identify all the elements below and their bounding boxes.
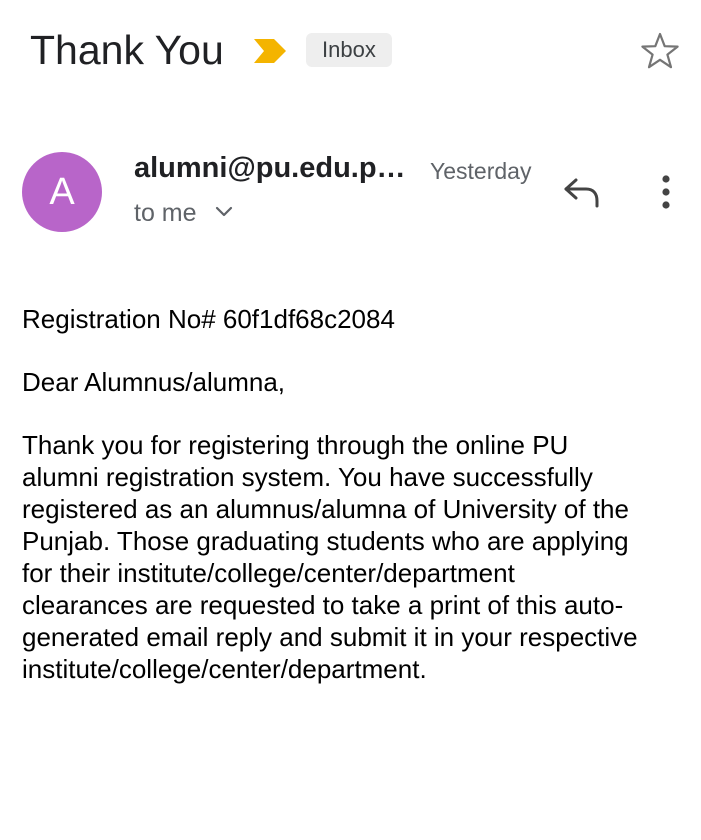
sender-avatar[interactable]: A (22, 152, 102, 232)
body-line: registered as an alumnus/alumna of Unive… (22, 494, 629, 524)
importance-marker-icon[interactable] (252, 38, 288, 64)
recipient-label: to me (134, 199, 197, 227)
body-line: Thank you for registering through the on… (22, 430, 569, 460)
reply-icon[interactable] (562, 175, 602, 209)
body-line: alumni registration system. You have suc… (22, 462, 593, 492)
body-line: for their institute/college/center/depar… (22, 558, 515, 588)
body-paragraph: Thank you for registering through the on… (22, 429, 682, 685)
email-body: Registration No# 60f1df68c2084 Dear Alum… (22, 303, 682, 685)
sender-address[interactable]: alumni@pu.edu.p… (134, 152, 406, 185)
body-line: Punjab. Those graduating students who ar… (22, 526, 629, 556)
body-line: generated email reply and submit it in y… (22, 622, 638, 652)
inbox-label-chip[interactable]: Inbox (306, 33, 392, 67)
chevron-down-icon (216, 206, 233, 217)
recipient-details-toggle[interactable]: to me (134, 199, 233, 228)
registration-number: Registration No# 60f1df68c2084 (22, 304, 395, 334)
avatar-letter: A (49, 170, 75, 213)
body-line: institute/college/center/department. (22, 654, 427, 684)
message-date: Yesterday (430, 158, 532, 184)
greeting: Dear Alumnus/alumna, (22, 367, 286, 397)
body-line: clearances are requested to take a print… (22, 590, 624, 620)
subject-row: Thank You Inbox (30, 22, 690, 78)
more-vert-icon[interactable] (652, 172, 680, 212)
email-subject: Thank You (30, 27, 224, 73)
star-outline-icon[interactable] (640, 31, 680, 71)
